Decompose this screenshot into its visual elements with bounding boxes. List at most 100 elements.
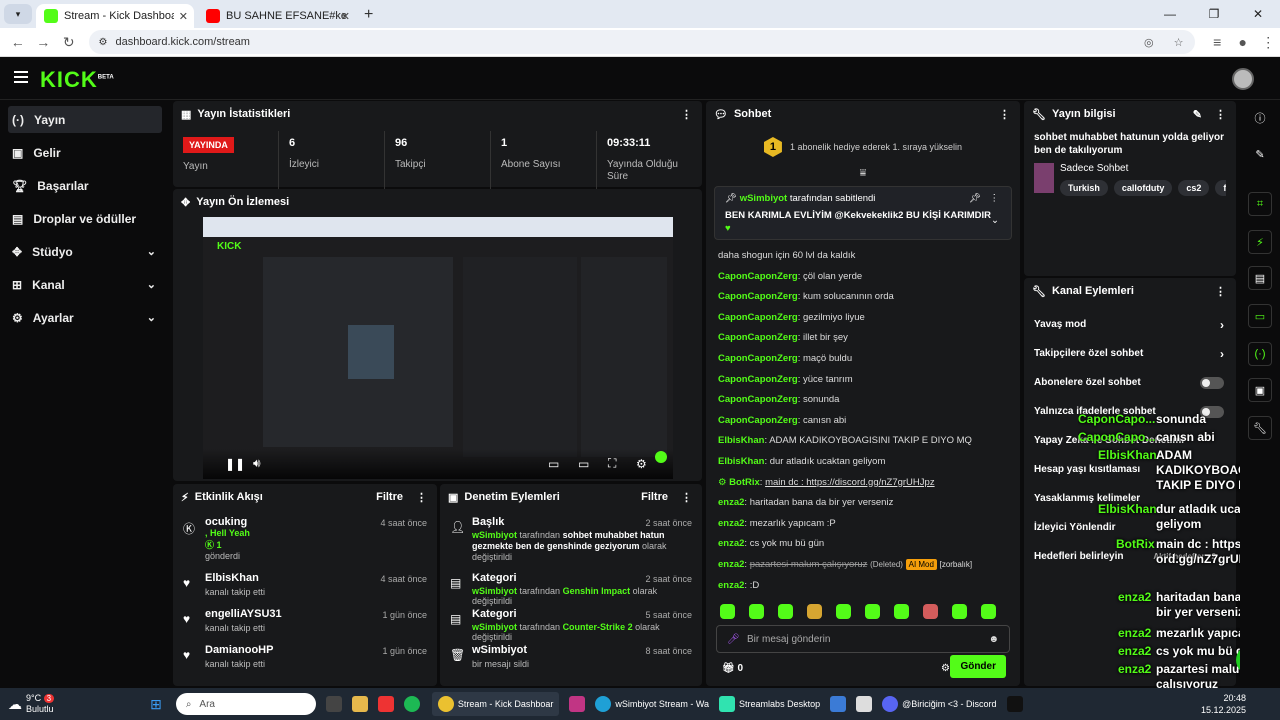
more-options-icon[interactable]: ⋮ — [681, 108, 692, 121]
pinned-message[interactable]: 📌︎ wSimbiyot tarafından sabitlendi BEN K… — [714, 186, 1012, 240]
unpin-icon[interactable]: 📌︎ — [969, 193, 981, 204]
chat-username[interactable]: ElbisKhan — [718, 456, 764, 467]
gift-leaderboard[interactable]: 1 1 abonelik hediye ederek 1. sıraya yük… — [706, 127, 1020, 167]
collapse-icon[interactable]: ⩸ — [706, 167, 1020, 180]
menu-icon[interactable]: ⋮ — [1256, 34, 1280, 51]
chevron-down-icon[interactable]: ⌄ — [991, 215, 999, 226]
minimize-icon[interactable]: — — [1148, 0, 1192, 28]
kick-logo[interactable]: KICKBETA — [40, 67, 114, 93]
volume-icon[interactable]: 🔊︎ — [253, 456, 261, 471]
new-tab-icon[interactable]: + — [364, 6, 373, 24]
app-icon[interactable] — [830, 696, 847, 712]
more-options-icon[interactable]: ⋮ — [990, 193, 1000, 204]
broadcast-icon[interactable]: (·) — [1248, 342, 1272, 366]
emote-icon[interactable] — [836, 604, 851, 620]
tab-search-button[interactable]: ▾ — [4, 4, 32, 24]
sidebar-item-studyo[interactable]: ✥ Stüdyo ⌄ — [8, 238, 162, 265]
profile-icon[interactable]: ● — [1231, 34, 1255, 50]
close-tab-icon[interactable]: ✕ — [179, 10, 188, 23]
windows-start-icon[interactable]: ⊞ — [150, 696, 162, 713]
lightning-icon[interactable]: ⚡︎ — [1248, 230, 1272, 254]
chat-settings-icon[interactable]: ⚙ — [941, 663, 950, 674]
eye-off-icon[interactable]: ◎ — [1144, 36, 1154, 49]
subscribers-only-toggle[interactable] — [1200, 376, 1224, 389]
emote-icon[interactable] — [865, 604, 880, 620]
chat-username[interactable]: CaponCaponZerg — [718, 271, 798, 282]
pause-icon[interactable]: ❚❚ — [225, 457, 245, 471]
taskbar-app-discord[interactable]: @Biriciğim <3 - Discord — [882, 696, 997, 712]
wrench-icon[interactable]: 🔧︎ — [1248, 416, 1272, 440]
emote-icon[interactable] — [923, 604, 938, 620]
sidebar-item-droplar[interactable]: ▤ Droplar ve ödüller — [8, 205, 162, 232]
filter-button[interactable]: Filtre — [376, 491, 403, 503]
taskbar-search[interactable]: ⌕ Ara — [175, 693, 316, 715]
more-options-icon[interactable]: ⋮ — [681, 491, 692, 504]
forward-icon[interactable]: → — [32, 34, 56, 50]
close-window-icon[interactable]: ✕ — [1236, 0, 1280, 28]
message-link[interactable]: main dc : https://discord.gg/nZ7grUHJpz — [765, 477, 935, 488]
sidebar-item-yayin[interactable]: (·) Yayın — [8, 106, 162, 133]
spotify-icon[interactable] — [403, 696, 420, 712]
emoji-icon[interactable]: ☻ — [988, 634, 999, 645]
info-icon[interactable]: ⓘ — [1248, 106, 1272, 130]
chat-icon[interactable]: ▭ — [1248, 304, 1272, 328]
bookmark-star-icon[interactable]: ☆ — [1174, 36, 1184, 49]
settings-icon[interactable]: ⚙ — [636, 457, 647, 471]
more-options-icon[interactable]: ⋮ — [999, 108, 1010, 121]
video-player[interactable]: KICK ❚❚ 🔊︎ ▭ ▭ ⛶ ⚙ — [203, 217, 673, 479]
chat-username[interactable]: CaponCaponZerg — [718, 332, 798, 343]
stream-tag[interactable]: Turkish — [1060, 180, 1108, 196]
emote-icon[interactable] — [807, 604, 822, 620]
back-icon[interactable]: ← — [6, 34, 30, 50]
emote-icon[interactable] — [720, 604, 735, 620]
browser-tab-youtube[interactable]: BU SAHNE EFSANE#keşfet #edi ✕ — [198, 4, 356, 28]
chat-username[interactable]: CaponCaponZerg — [718, 374, 798, 385]
chat-username[interactable]: ElbisKhan — [718, 435, 764, 446]
chat-username[interactable]: enza2 — [718, 580, 744, 591]
action-slow-mode[interactable]: Yavaş mod › — [1024, 310, 1236, 339]
tiktok-icon[interactable] — [1006, 696, 1023, 712]
emote-icon[interactable] — [952, 604, 967, 620]
instagram-icon[interactable] — [569, 696, 586, 712]
reload-icon[interactable]: ↻ — [57, 34, 81, 51]
taskbar-app-chrome[interactable]: Stream - Kick Dashboar — [431, 692, 560, 716]
youtube-icon[interactable] — [377, 696, 394, 712]
layout-icon[interactable]: ⌗ — [1248, 192, 1272, 216]
chat-username[interactable]: CaponCaponZerg — [718, 415, 798, 426]
list-icon[interactable]: ▤ — [1248, 266, 1272, 290]
chat-input[interactable]: 🎤︎ Bir mesaj gönderin ☻ — [716, 625, 1010, 654]
close-tab-icon[interactable]: ✕ — [341, 10, 350, 23]
edit-icon[interactable]: ✎ — [1193, 108, 1202, 121]
chat-username[interactable]: CaponCaponZerg — [718, 291, 798, 302]
emote-icon[interactable] — [778, 604, 793, 620]
extensions-icon[interactable]: ≡ — [1205, 34, 1229, 50]
site-info-icon[interactable]: ⚙ — [99, 37, 108, 48]
more-options-icon[interactable]: ⋮ — [1215, 108, 1226, 121]
chat-username[interactable]: CaponCaponZerg — [718, 353, 798, 364]
chat-username[interactable]: enza2 — [718, 538, 744, 549]
url-field[interactable]: ⚙ dashboard.kick.com/stream ◎ ☆ — [88, 30, 1196, 54]
hamburger-menu-icon[interactable] — [14, 71, 28, 83]
chat-username[interactable]: CaponCaponZerg — [718, 394, 798, 405]
chat-username[interactable]: enza2 — [718, 518, 744, 529]
emote-icon[interactable] — [749, 604, 764, 620]
weather-widget[interactable]: ☁ 9°C 3 Bulutlu — [8, 693, 55, 715]
stream-tag[interactable]: callofduty — [1113, 180, 1173, 196]
sidebar-item-ayarlar[interactable]: ⚙ Ayarlar ⌄ — [8, 304, 162, 331]
send-button[interactable]: Gönder — [950, 655, 1006, 678]
more-options-icon[interactable]: ⋮ — [1215, 285, 1226, 298]
user-avatar[interactable] — [1232, 68, 1254, 90]
maximize-icon[interactable]: ❐ — [1192, 0, 1236, 28]
chat-username[interactable]: enza2 — [718, 559, 744, 570]
sidebar-item-kanal[interactable]: ⊞ Kanal ⌄ — [8, 271, 162, 298]
taskbar-app-edge[interactable]: wSimbiyot Stream - Wa — [595, 696, 709, 712]
mic-icon[interactable]: 🎤︎ — [727, 634, 740, 645]
system-clock[interactable]: 20:48 15.12.2025 — [1201, 692, 1246, 716]
category-name[interactable]: Sadece Sohbet — [1060, 163, 1226, 174]
emote-icon[interactable] — [894, 604, 909, 620]
chat-username[interactable]: BotRix — [729, 477, 760, 488]
pip-icon[interactable]: ▭ — [548, 457, 559, 471]
sidebar-item-gelir[interactable]: ▣ Gelir — [8, 139, 162, 166]
channel-points[interactable]: 🎁︎ 0 — [722, 663, 743, 674]
filter-button[interactable]: Filtre — [641, 491, 668, 503]
